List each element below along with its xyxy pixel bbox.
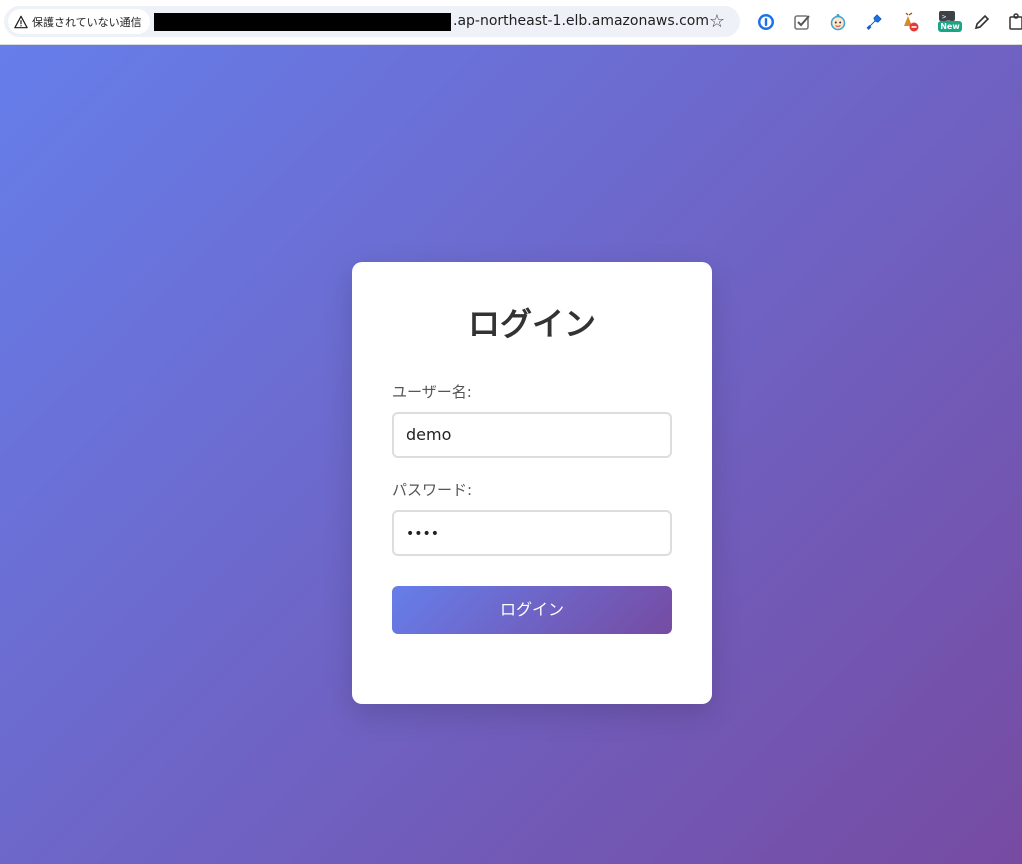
password-value: •••• (406, 526, 440, 542)
security-label: 保護されていない通信 (32, 15, 142, 29)
browser-toolbar: 保護されていない通信 .ap-northeast-1.elb.amazonaws… (0, 0, 1022, 45)
checklist-icon[interactable] (791, 11, 813, 33)
username-field[interactable]: demo (392, 412, 672, 458)
username-value: demo (406, 425, 452, 444)
new-badge: New (938, 21, 962, 32)
login-card: ログイン ユーザー名: demo パスワード: •••• ログイン (352, 262, 712, 704)
redacted-hostname (154, 13, 451, 31)
username-label: ユーザー名: (392, 383, 472, 401)
login-page: ログイン ユーザー名: demo パスワード: •••• ログイン (0, 45, 1022, 864)
warning-icon (14, 15, 28, 28)
url-text[interactable]: .ap-northeast-1.elb.amazonaws.com (453, 12, 709, 31)
pen-icon[interactable] (971, 11, 993, 33)
password-label: パスワード: (392, 481, 473, 499)
new-extension-icon[interactable]: >_ New (935, 11, 962, 33)
address-bar[interactable]: 保護されていない通信 .ap-northeast-1.elb.amazonaws… (4, 6, 740, 37)
baby-face-icon[interactable] (827, 11, 849, 33)
1password-icon[interactable] (755, 11, 777, 33)
puzzle-icon[interactable] (1007, 11, 1022, 33)
svg-text:>_: >_ (942, 13, 951, 21)
bookmark-star-icon[interactable]: ☆ (708, 13, 726, 31)
blocked-extension-icon[interactable] (899, 11, 921, 33)
password-field[interactable]: •••• (392, 510, 672, 556)
wrench-icon[interactable] (863, 11, 885, 33)
page-title: ログイン (467, 305, 596, 343)
login-button[interactable]: ログイン (392, 586, 672, 634)
security-indicator[interactable]: 保護されていない通信 (8, 9, 150, 34)
